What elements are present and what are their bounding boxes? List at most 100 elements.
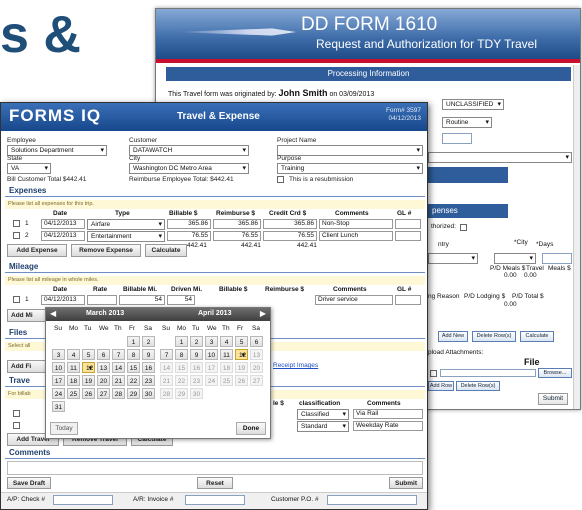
resubmission-checkbox[interactable]: [277, 176, 284, 183]
calendar-day-april-16[interactable]: 16: [190, 362, 203, 373]
calendar-day-april-25[interactable]: 25: [220, 375, 233, 386]
mileage-rate-field[interactable]: [87, 295, 117, 305]
calendar-day-march-4[interactable]: 4: [67, 349, 80, 360]
calendar-day-march-16[interactable]: 16: [142, 362, 155, 373]
classification-select[interactable]: UNCLASSIFIED: [442, 99, 504, 110]
next-month-icon[interactable]: ▶: [260, 309, 266, 318]
priority-select[interactable]: Routine: [442, 117, 492, 128]
add-expense-button[interactable]: Add Expense: [7, 244, 67, 257]
calendar-day-april-17[interactable]: 17: [205, 362, 218, 373]
travel-row-checkbox[interactable]: [13, 410, 20, 417]
calendar-day-april-13[interactable]: 13: [250, 349, 263, 360]
calendar-day-april-7[interactable]: 7: [160, 349, 173, 360]
expense-billable-field[interactable]: 365.86: [167, 219, 211, 229]
done-button[interactable]: Done: [236, 422, 266, 435]
calendar-day-march-12[interactable]: 12: [82, 362, 95, 374]
dd-select-2[interactable]: [428, 152, 572, 163]
calendar-day-march-22[interactable]: 22: [127, 375, 140, 386]
travel-class-select[interactable]: Standard: [297, 421, 349, 432]
expense-gl-field[interactable]: [395, 219, 421, 229]
dd-input-1[interactable]: [442, 133, 472, 144]
dd-days-input[interactable]: [542, 253, 572, 264]
calendar-day-april-1[interactable]: 1: [175, 336, 188, 347]
dd-scrollbar[interactable]: [573, 65, 580, 409]
calendar-day-april-3[interactable]: 3: [205, 336, 218, 347]
mileage-date-field[interactable]: 04/12/2013: [41, 295, 85, 305]
calendar-day-march-17[interactable]: 17: [52, 375, 65, 386]
calendar-day-march-23[interactable]: 23: [142, 375, 155, 386]
calendar-day-march-7[interactable]: 7: [112, 349, 125, 360]
file-input[interactable]: [440, 369, 536, 377]
calendar-day-april-29[interactable]: 29: [175, 388, 188, 399]
purpose-select[interactable]: Training: [277, 163, 423, 174]
calendar-day-march-29[interactable]: 29: [127, 388, 140, 399]
calendar-day-april-24[interactable]: 24: [205, 375, 218, 386]
calendar-day-march-1[interactable]: 1: [127, 336, 140, 347]
travel-comment-field[interactable]: Weekday Rate: [353, 421, 423, 431]
expense-comment-field[interactable]: Non-Stop: [319, 219, 393, 229]
mileage-gl-field[interactable]: [395, 295, 421, 305]
dd-entry-select[interactable]: [428, 253, 478, 264]
calendar-day-march-21[interactable]: 21: [112, 375, 125, 386]
calendar-day-march-26[interactable]: 26: [82, 388, 95, 399]
calendar-day-april-5[interactable]: 5: [235, 336, 248, 347]
ap-check-input[interactable]: [53, 495, 113, 505]
comments-textarea[interactable]: [7, 461, 423, 475]
reset-button[interactable]: Reset: [197, 477, 233, 489]
calculate-button[interactable]: Calculate: [520, 331, 554, 342]
calendar-day-march-15[interactable]: 15: [127, 362, 140, 373]
delete-rows-button[interactable]: Delete Row(s): [472, 331, 516, 342]
calendar-day-april-9[interactable]: 9: [190, 349, 203, 360]
calendar-day-april-23[interactable]: 23: [190, 375, 203, 386]
calendar-day-march-9[interactable]: 9: [142, 349, 155, 360]
today-button[interactable]: Today: [50, 422, 78, 435]
calendar-day-march-8[interactable]: 8: [127, 349, 140, 360]
calendar-day-march-19[interactable]: 19: [82, 375, 95, 386]
calendar-day-march-28[interactable]: 28: [112, 388, 125, 399]
calendar-day-march-5[interactable]: 5: [82, 349, 95, 360]
calendar-day-april-10[interactable]: 10: [205, 349, 218, 360]
calendar-day-april-12[interactable]: 12: [235, 349, 248, 361]
add-file-button[interactable]: Add Fi: [7, 360, 47, 373]
expense-credit-field[interactable]: 76.55: [263, 231, 317, 241]
calendar-day-march-2[interactable]: 2: [142, 336, 155, 347]
mileage-row-checkbox[interactable]: [13, 296, 20, 303]
mileage-comment-field[interactable]: Driver service: [315, 295, 393, 305]
expense-row-checkbox[interactable]: [13, 220, 20, 227]
calendar-day-april-11[interactable]: 11: [220, 349, 233, 360]
travel-class-select[interactable]: Classified: [297, 409, 349, 420]
add-mileage-button[interactable]: Add Mi: [7, 309, 47, 322]
expense-type-select[interactable]: Airfare: [87, 219, 165, 230]
expense-date-field[interactable]: 04/12/2013: [41, 219, 85, 229]
prev-month-icon[interactable]: ◀: [50, 309, 56, 318]
calendar-day-march-11[interactable]: 11: [67, 362, 80, 373]
authorized-checkbox[interactable]: [460, 224, 467, 231]
expense-reimburse-field[interactable]: 76.55: [213, 231, 261, 241]
customer-po-input[interactable]: [327, 495, 417, 505]
calendar-day-march-30[interactable]: 30: [142, 388, 155, 399]
expense-date-field[interactable]: 04/12/2013: [41, 231, 85, 241]
calendar-day-april-4[interactable]: 4: [220, 336, 233, 347]
calendar-day-march-13[interactable]: 13: [97, 362, 110, 373]
mileage-billable-field[interactable]: 54: [119, 295, 165, 305]
expense-reimburse-field[interactable]: 365.86: [213, 219, 261, 229]
calendar-day-april-27[interactable]: 27: [250, 375, 263, 386]
expense-comment-field[interactable]: Client Lunch: [319, 231, 393, 241]
calendar-day-april-26[interactable]: 26: [235, 375, 248, 386]
calendar-day-april-21[interactable]: 21: [160, 375, 173, 386]
calendar-day-march-27[interactable]: 27: [97, 388, 110, 399]
calendar-day-april-30[interactable]: 30: [190, 388, 203, 399]
add-new-button[interactable]: Add New: [438, 331, 468, 342]
calendar-day-march-6[interactable]: 6: [97, 349, 110, 360]
mileage-driven-field[interactable]: 54: [167, 295, 195, 305]
calendar-day-march-3[interactable]: 3: [52, 349, 65, 360]
calendar-day-april-14[interactable]: 14: [160, 362, 173, 373]
calendar-day-march-24[interactable]: 24: [52, 388, 65, 399]
travel-comment-field[interactable]: Via Rail: [353, 409, 423, 419]
calendar-day-april-20[interactable]: 20: [250, 362, 263, 373]
calendar-day-april-22[interactable]: 22: [175, 375, 188, 386]
file-checkbox[interactable]: [430, 370, 437, 377]
expense-billable-field[interactable]: 76.55: [167, 231, 211, 241]
calendar-day-april-19[interactable]: 19: [235, 362, 248, 373]
browse-button[interactable]: Browse...: [538, 368, 572, 378]
